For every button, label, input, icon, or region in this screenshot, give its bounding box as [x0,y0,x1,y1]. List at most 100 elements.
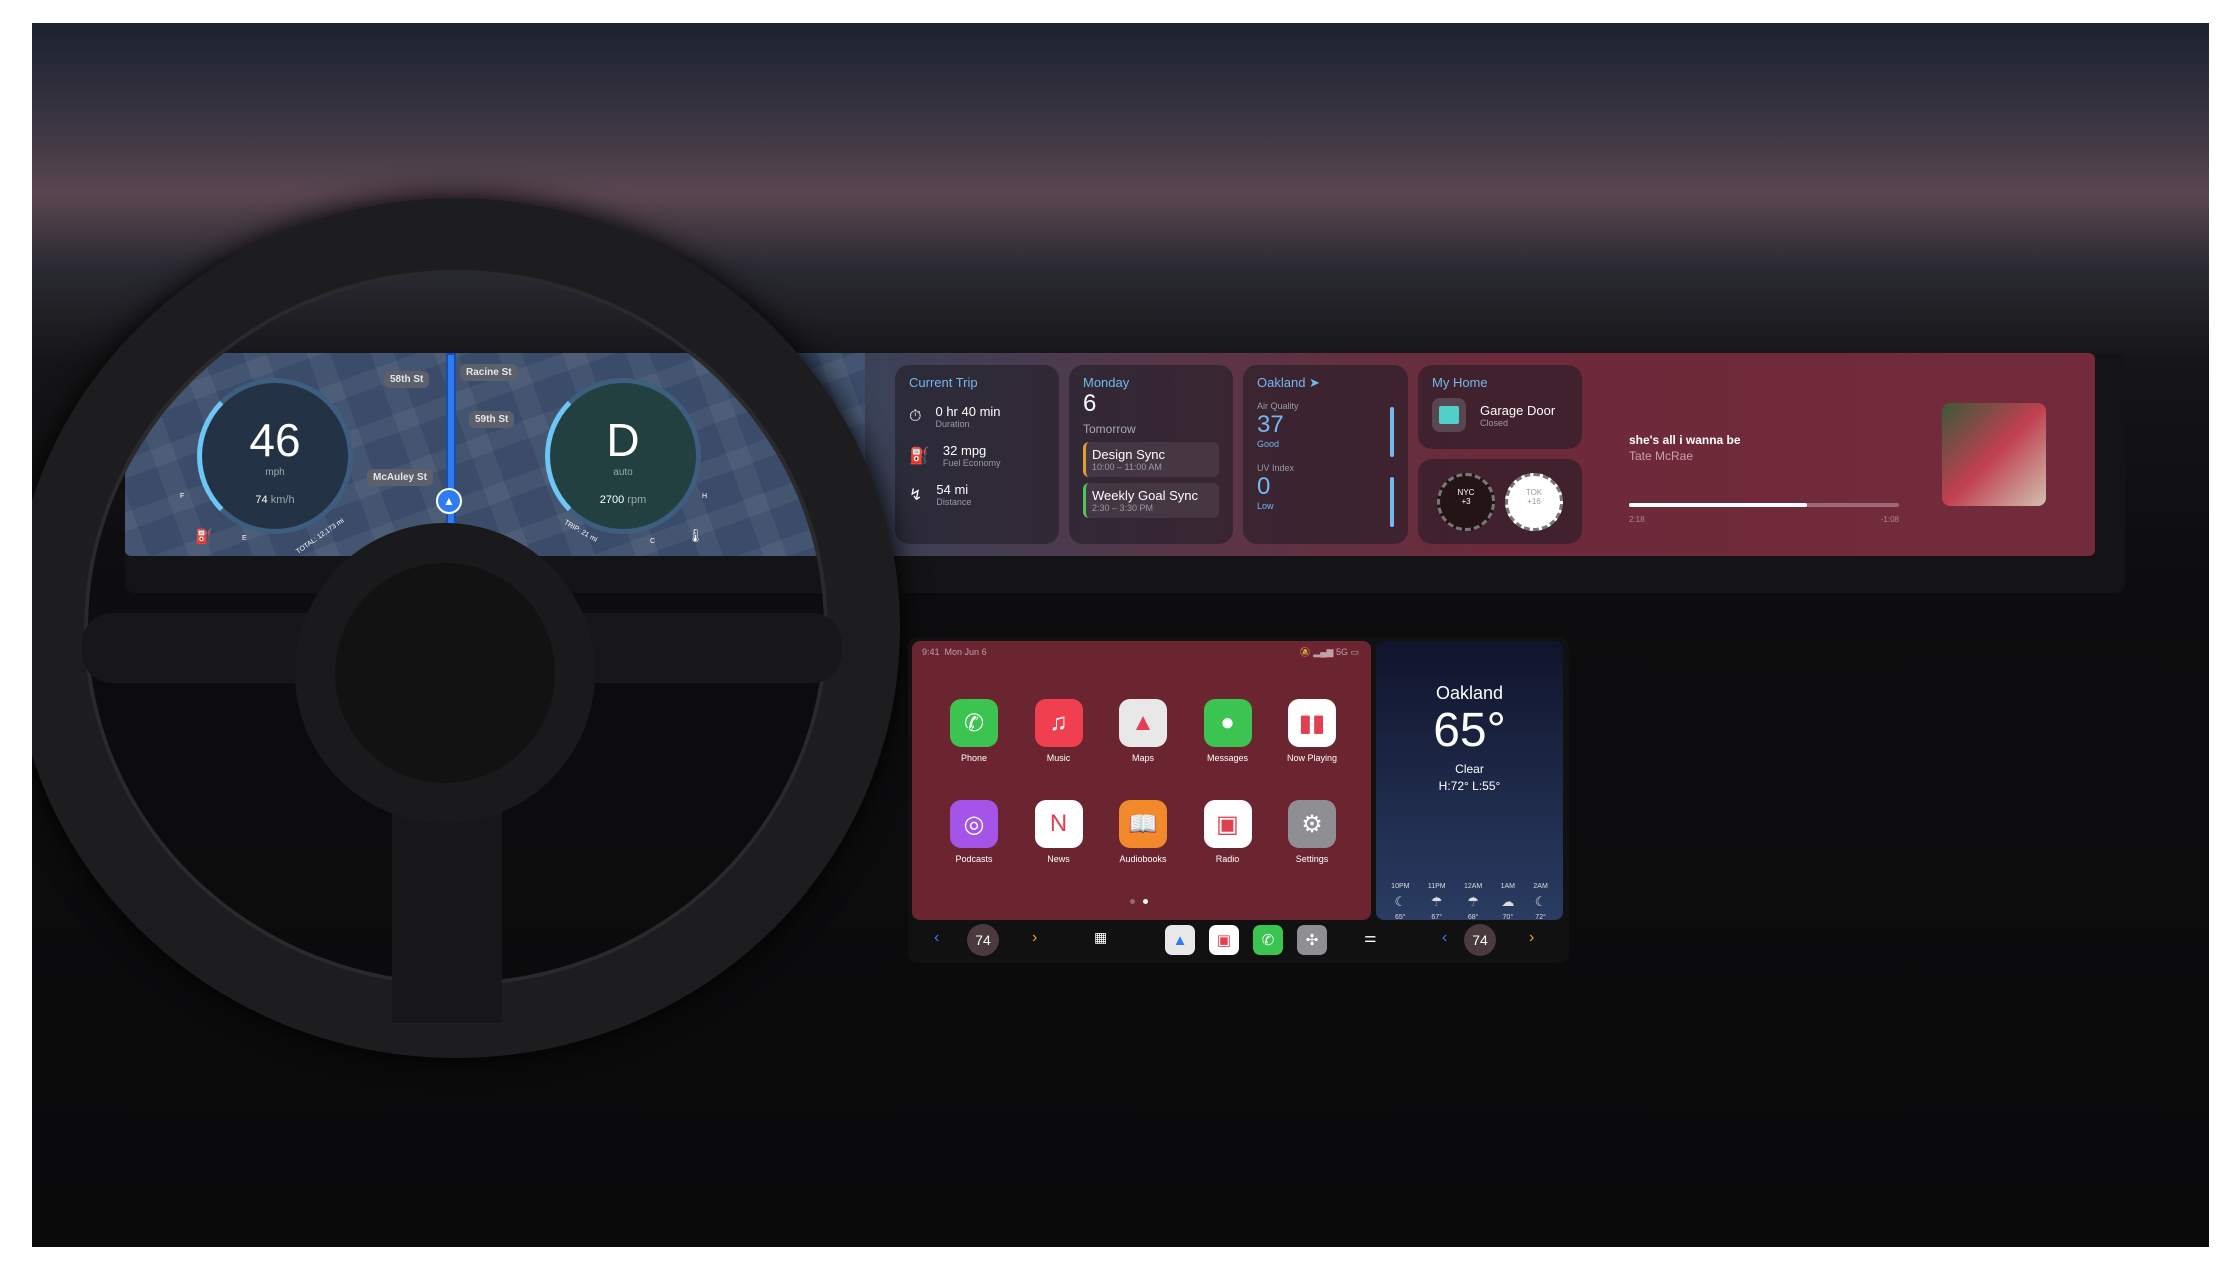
waveform-icon: ▮▮ [1288,699,1336,747]
climate-temp-left[interactable]: 74 [967,924,999,956]
podcast-icon: ◎ [950,800,998,848]
carplay-home: 9:41 Mon Jun 6 🔕 ▂▄▆ 5G ▭ ✆ Phone ♫ Music ▲ M… [912,641,1371,920]
music-note-icon: ♫ [1034,699,1083,747]
app-label: Podcasts [955,854,993,864]
app-label: Maps [1131,753,1154,763]
album-art[interactable] [1942,403,2046,506]
car-interior-scene: 58th St Racine St 59th St McAuley St ▲ 4… [32,23,2209,1247]
weather-city: Oakland [1435,683,1504,703]
home-widget[interactable]: My Home Garage Door Closed [1418,365,1582,449]
garage-door-state: Closed [1480,417,1509,428]
steering-hub [295,523,595,823]
remaining-time: -1:08 [1880,515,1899,524]
cloud-rain-icon: ☂ [1467,894,1479,909]
carplay-dock: ‹ 74 › ▦ ▲ ▣ ✆ ✣ ⚌ ‹ 74 › [912,920,1563,960]
clock-city: TOK [1525,487,1543,497]
temp-up-right[interactable]: › [1529,929,1534,947]
temp-up-left[interactable]: › [1032,929,1037,947]
home-title: My Home [1432,375,1488,390]
world-clock-widget[interactable]: NYC +3 TOK +16 [1418,459,1582,544]
app-label: Phone [960,753,988,763]
aq-meter [1390,407,1394,457]
garage-door-icon[interactable] [1432,398,1466,432]
trip-duration-label: Duration [935,419,970,429]
hourly-item: 12AM ☂ 68° [1464,883,1482,921]
app-music[interactable]: ♫ Music [1017,699,1101,763]
app-label: Audiobooks [1119,854,1167,864]
app-radio[interactable]: ▣ Radio [1186,800,1270,864]
temp-down-left[interactable]: ‹ [934,929,939,947]
trip-distance-label: Distance [936,497,972,507]
cloud-moon-icon: ☁ [1501,894,1515,909]
weather-temp: 65° [1433,704,1506,757]
app-label: Radio [1215,854,1240,864]
book-icon: 📖 [1119,800,1167,848]
app-maps[interactable]: ▲ Maps [1101,699,1185,763]
app-label: Now Playing [1286,753,1338,763]
calendar-event[interactable]: Weekly Goal Sync 2:30 – 3:30 PM [1083,483,1219,518]
climate-temp-right[interactable]: 74 [1464,924,1496,956]
app-label: Music [1046,753,1071,763]
app-label: News [1047,854,1070,864]
app-label: Messages [1206,753,1249,763]
hour-time: 2AM [1533,883,1548,890]
aq-label: Air Quality [1257,401,1299,411]
app-settings[interactable]: ⚙ Settings [1270,800,1354,864]
current-trip-widget[interactable]: Current Trip ⏱ 0 hr 40 min Duration ⛽ 32 mp… [895,365,1059,544]
widget-title: Current Trip [909,375,978,390]
status-time: 9:41 [922,647,940,657]
stopwatch-icon: ⏱ [909,407,922,425]
hourly-item: 2AM ☾ 72° [1533,883,1547,921]
app-phone[interactable]: ✆ Phone [932,699,1016,763]
garage-door-label: Garage Door [1480,402,1556,418]
uv-meter [1390,477,1394,527]
temp-down-right[interactable]: ‹ [1442,929,1447,947]
app-now-playing[interactable]: ▮▮ Now Playing [1270,699,1354,763]
network-type: 5G [1335,647,1348,657]
uv-label: UV Index [1257,463,1295,473]
air-quality-widget[interactable]: Oakland ➤ Air Quality 37 Good UV Index 0… [1243,365,1408,544]
dock-fan-icon[interactable]: ✣ [1297,925,1327,955]
app-news[interactable]: N News [1017,800,1101,864]
clock-offset: +3 [1461,496,1471,506]
clock-offset: +16 [1527,496,1541,506]
weather-widget[interactable]: Oakland 65° Clear H:72° L:55° 10PM ☾ 65° 11… [1376,641,1563,921]
moon-icon: ☾ [1394,894,1407,909]
weather-hilo: H:72° L:55° [1438,779,1501,793]
event-title: Design Sync [1092,447,1165,462]
hourly-forecast: 10PM ☾ 65° 11PM ☂ 67° 12AM ☂ 68° 1AM ☁ 70° 2AM ☾ 72° [1382,883,1557,921]
calendar-event[interactable]: Design Sync 10:00 – 11:00 AM [1083,442,1219,477]
playback-progress[interactable] [1629,503,1899,507]
hour-time: 1AM [1500,883,1516,890]
app-messages[interactable]: ● Messages [1186,699,1270,763]
calendar-widget[interactable]: Monday 6 Tomorrow Design Sync 10:00 – 11:… [1069,365,1233,544]
page-indicator[interactable] [1130,899,1148,904]
message-bubble-icon: ● [1203,699,1252,747]
radio-icon: ▣ [1203,800,1252,848]
song-title: she's all i wanna be [1629,433,1741,447]
fuel-economy-label: Fuel Economy [942,458,1001,468]
phone-icon: ✆ [950,699,998,747]
calendar-day: Monday [1083,375,1130,390]
app-audiobooks[interactable]: 📖 Audiobooks [1101,800,1185,864]
trip-distance-value: 54 mi [936,482,969,497]
uv-desc: Low [1257,501,1274,511]
clock-nyc: NYC +3 [1437,472,1495,531]
controls-toggle-icon[interactable]: ⚌ [1364,929,1377,946]
dock-maps-icon[interactable]: ▲ [1165,925,1195,955]
weather-condition: Clear [1455,762,1484,776]
status-date: Mon Jun 6 [944,647,987,657]
air-city: Oakland [1257,375,1306,390]
dock-radio-icon[interactable]: ▣ [1209,925,1239,955]
hourly-item: 10PM ☾ 65° [1391,883,1409,921]
maps-icon: ▲ [1119,699,1167,747]
app-grid-icon[interactable]: ▦ [1094,929,1107,946]
event-time: 2:30 – 3:30 PM [1092,503,1154,513]
news-icon: N [1034,800,1083,848]
calendar-tomorrow: Tomorrow [1083,422,1136,436]
fuel-pump-icon: ⛽ [909,447,929,465]
app-podcasts[interactable]: ◎ Podcasts [932,800,1016,864]
dock-phone-icon[interactable]: ✆ [1253,925,1283,955]
hour-time: 10PM [1391,883,1410,890]
now-playing[interactable]: she's all i wanna be Tate McRae 2:18 -1:0… [1629,433,1899,524]
